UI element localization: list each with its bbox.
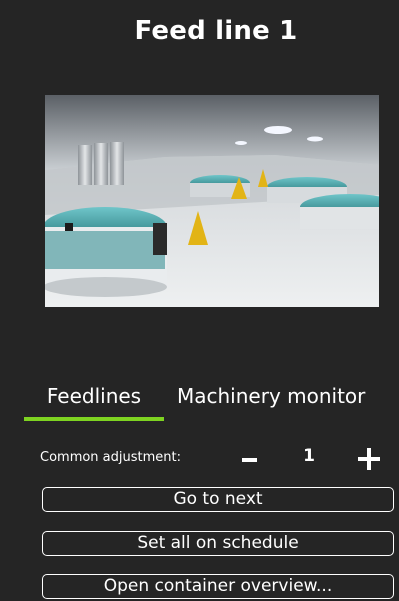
increase-button[interactable] (353, 444, 383, 474)
go-to-next-button[interactable]: Go to next (42, 487, 394, 512)
tab-feedlines[interactable]: Feedlines (24, 380, 164, 418)
feed-line-photo (45, 95, 379, 307)
tab-machinery-monitor[interactable]: Machinery monitor (177, 380, 365, 418)
active-tab-indicator (24, 417, 164, 421)
set-all-on-schedule-button[interactable]: Set all on schedule (42, 531, 394, 556)
decrease-button[interactable] (235, 444, 265, 474)
common-adjustment-row: Common adjustment: 1 (40, 444, 399, 474)
common-adjustment-label: Common adjustment: (40, 450, 182, 465)
tab-bar: Feedlines Machinery monitor (24, 380, 399, 424)
common-adjustment-value: 1 (303, 446, 315, 466)
page-title: Feed line 1 (134, 16, 298, 46)
open-container-overview-button[interactable]: Open container overview... (42, 574, 394, 599)
